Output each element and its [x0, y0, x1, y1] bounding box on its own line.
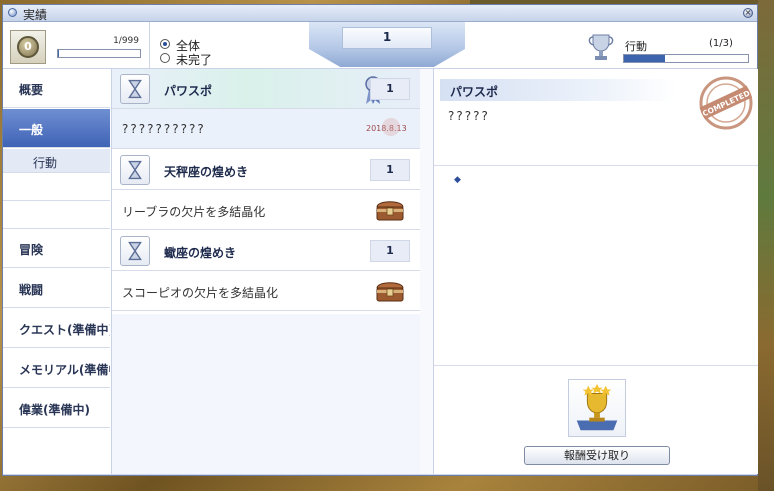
- score-progress-bar: [57, 49, 141, 58]
- category-label: 行動: [625, 40, 647, 53]
- sidebar-item-battle[interactable]: 戦闘: [3, 269, 110, 308]
- category-sidebar: 概要 一般 行動 冒険 戦闘 クエスト(準備中) メモリアル(準備中) 偉業(準…: [3, 69, 112, 474]
- level-badge-frame: 0: [10, 30, 46, 64]
- radio-off-icon: [160, 53, 170, 63]
- achievement-name: 蠍座の煌めき: [164, 246, 237, 260]
- achievement-list-content: パワスポ 1 ?????????? 2018.8.13 天秤座の煌めき 1 リー…: [112, 69, 420, 314]
- sidebar-item-label: 概要: [19, 83, 44, 97]
- achievement-count: 1: [370, 78, 410, 100]
- achievement-row-description[interactable]: ?????????? 2018.8.13: [112, 109, 420, 149]
- summary-bar: 0 1/999 全体 未完了 1 行動 (1/3): [3, 22, 757, 69]
- achievement-count: 1: [370, 240, 410, 262]
- achievement-row-header[interactable]: 蠍座の煌めき 1: [112, 231, 420, 271]
- sidebar-item-label: 偉業(準備中): [19, 403, 90, 417]
- achievements-window: 実績 × 0 1/999 全体 未完了 1 行動 (1/3) 概要 一般 行動 …: [2, 4, 758, 476]
- sidebar-item-feat[interactable]: 偉業(準備中): [3, 389, 110, 428]
- hourglass-icon: [120, 74, 150, 104]
- category-progress: (1/3): [709, 38, 733, 49]
- window-icon: [8, 8, 17, 17]
- filter-incomplete-radio[interactable]: 未完了: [160, 51, 250, 67]
- trophy-count: 1: [382, 30, 392, 44]
- sidebar-subitem-label: 行動: [33, 156, 58, 170]
- achievement-name: パワスポ: [164, 84, 213, 98]
- sidebar-item-adventure[interactable]: 冒険: [3, 229, 110, 268]
- achievement-row-header[interactable]: 天秤座の煌めき 1: [112, 150, 420, 190]
- sidebar-item-memorial[interactable]: メモリアル(準備中): [3, 349, 110, 388]
- sidebar-item-general[interactable]: 一般: [3, 109, 110, 148]
- detail-description: ?????: [448, 109, 490, 123]
- achievement-description: ??????????: [122, 122, 206, 136]
- sidebar-item-quest[interactable]: クエスト(準備中): [3, 309, 110, 348]
- divider: [149, 22, 150, 68]
- sidebar-item-overview[interactable]: 概要: [3, 69, 110, 108]
- list-scroll-area[interactable]: [420, 69, 433, 474]
- detail-title: パワスポ: [450, 85, 499, 99]
- title-bar[interactable]: 実績 ×: [3, 5, 757, 22]
- achievement-description: スコーピオの欠片を多結晶化: [122, 286, 279, 300]
- category-progress-bar: [623, 54, 749, 63]
- completed-stamp-icon: COMPLETED: [699, 76, 753, 130]
- achievement-name: 天秤座の煌めき: [164, 165, 249, 179]
- radio-on-icon: [160, 39, 170, 49]
- achievement-row-description[interactable]: スコーピオの欠片を多結晶化: [112, 271, 420, 311]
- achievement-count: 1: [370, 159, 410, 181]
- sidebar-item-empty: [3, 201, 110, 229]
- achievement-row-description[interactable]: リーブラの欠片を多結晶化: [112, 190, 420, 230]
- divider: [434, 165, 758, 166]
- score-text: 1/999: [113, 36, 139, 46]
- sidebar-item-label: 戦闘: [19, 283, 44, 297]
- hourglass-icon: [120, 155, 150, 185]
- detail-title-bar: パワスポ: [440, 79, 676, 101]
- trophy-cup-icon: [588, 34, 614, 60]
- sidebar-item-label: メモリアル(準備中): [19, 363, 110, 377]
- trophy-banner: 1: [309, 22, 465, 67]
- achievement-row-header[interactable]: パワスポ 1: [112, 69, 420, 109]
- achievement-description: リーブラの欠片を多結晶化: [122, 205, 266, 219]
- treasure-chest-icon: [376, 201, 404, 221]
- sidebar-item-label: 冒険: [19, 243, 44, 257]
- claim-reward-button[interactable]: 報酬受け取り: [524, 446, 670, 465]
- category-progress-fill: [624, 55, 666, 62]
- treasure-chest-icon: [376, 282, 404, 302]
- completion-date: 2018.8.13: [366, 118, 407, 136]
- close-icon[interactable]: ×: [743, 8, 753, 18]
- sidebar-item-label: クエスト(準備中): [19, 323, 110, 337]
- achievement-detail-panel: パワスポ ????? COMPLETED ◆ 報酬受け取り: [433, 69, 758, 474]
- sidebar-item-label: 一般: [19, 123, 44, 137]
- detail-bullet: ◆: [454, 175, 461, 185]
- filter-incomplete-label: 未完了: [176, 53, 213, 67]
- sidebar-item-empty: [3, 173, 110, 201]
- filter-all-radio[interactable]: 全体: [160, 37, 250, 53]
- window-title: 実績: [23, 8, 48, 22]
- reward-trophy-icon: [568, 379, 626, 437]
- level-badge: 0: [17, 36, 39, 58]
- achievement-list: パワスポ 1 ?????????? 2018.8.13 天秤座の煌めき 1 リー…: [112, 69, 420, 474]
- sidebar-subitem-action[interactable]: 行動: [3, 149, 110, 173]
- divider: [434, 365, 758, 366]
- hourglass-icon: [120, 236, 150, 266]
- background-right: [758, 0, 774, 491]
